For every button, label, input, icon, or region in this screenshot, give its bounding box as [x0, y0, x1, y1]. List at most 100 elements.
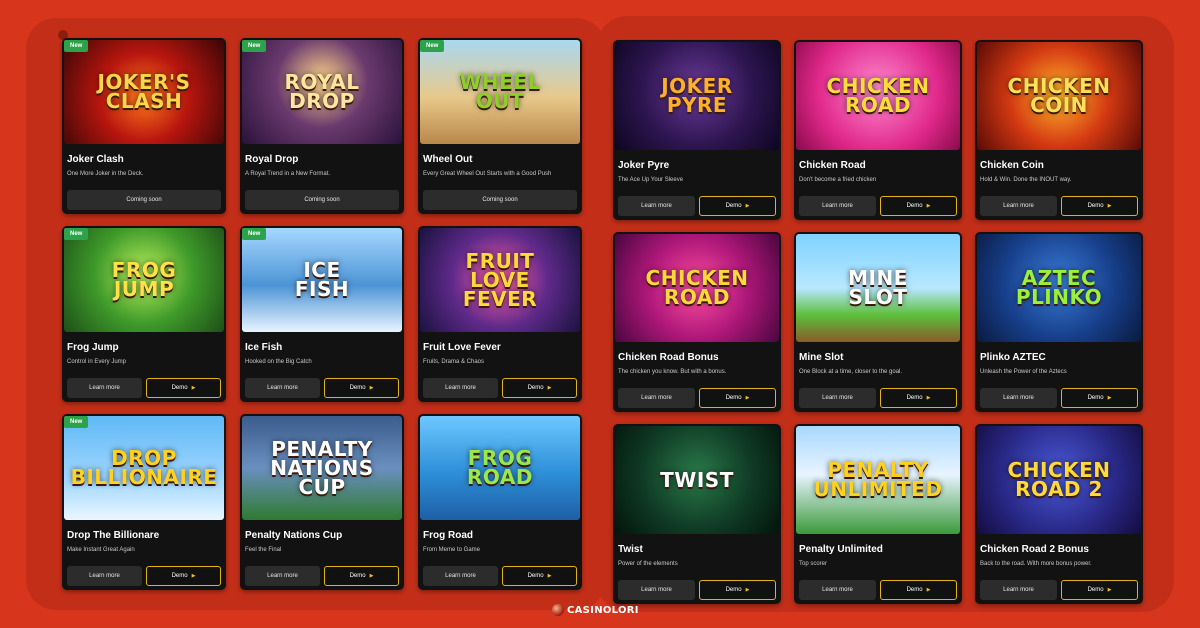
- game-thumbnail[interactable]: MINE SLOT: [796, 234, 960, 342]
- game-thumbnail[interactable]: JOKER PYRE: [615, 42, 779, 150]
- play-arrow-icon: ▶: [547, 385, 552, 391]
- game-thumbnail[interactable]: CHICKEN ROAD: [796, 42, 960, 150]
- game-logo-text: WHEEL OUT: [459, 70, 541, 113]
- play-arrow-icon: ▶: [547, 573, 552, 579]
- learn-more-button[interactable]: Learn more: [799, 196, 876, 216]
- learn-more-button[interactable]: Learn more: [618, 580, 695, 600]
- learn-more-button[interactable]: Learn more: [67, 378, 142, 398]
- game-tagline: From Meme to Game: [423, 547, 481, 553]
- game-tagline: One More Joker in the Deck.: [67, 171, 144, 177]
- game-thumbnail[interactable]: ICE FISH: [242, 228, 402, 332]
- learn-more-button[interactable]: Learn more: [980, 388, 1057, 408]
- game-card-frog-road: FROG ROAD Frog Road From Meme to Game Learn…: [418, 414, 582, 590]
- learn-more-button[interactable]: Learn more: [980, 196, 1057, 216]
- learn-more-button[interactable]: Learn more: [67, 566, 142, 586]
- play-arrow-icon: ▶: [369, 385, 374, 391]
- learn-more-button[interactable]: Learn more: [980, 580, 1057, 600]
- game-logo-text: ICE FISH: [294, 258, 350, 301]
- game-title: Wheel Out: [423, 154, 473, 165]
- learn-more-button[interactable]: Learn more: [618, 388, 695, 408]
- demo-button[interactable]: Demo ▶: [502, 378, 577, 398]
- game-thumbnail[interactable]: FROG ROAD: [420, 416, 580, 520]
- game-card-joker-clash: JOKER'S CLASH New Joker Clash One More Joke…: [62, 38, 226, 214]
- game-thumbnail[interactable]: CHICKEN ROAD 2: [977, 426, 1141, 534]
- game-title: Penalty Nations Cup: [245, 530, 343, 541]
- game-title: Joker Pyre: [618, 160, 670, 171]
- demo-label: Demo: [527, 573, 544, 579]
- demo-button[interactable]: Demo ▶: [1061, 196, 1138, 216]
- coming-soon-button: Coming soon: [245, 190, 399, 210]
- demo-button[interactable]: Demo ▶: [146, 566, 221, 586]
- learn-more-button[interactable]: Learn more: [799, 388, 876, 408]
- game-title: Chicken Road: [799, 160, 866, 171]
- game-tagline: Top scorer: [799, 561, 828, 567]
- game-logo-text: PENALTY NATIONS CUP: [270, 436, 374, 499]
- game-tagline: A Royal Trend in a New Format.: [245, 171, 331, 177]
- play-arrow-icon: ▶: [745, 587, 750, 593]
- game-thumbnail[interactable]: WHEEL OUT: [420, 40, 580, 144]
- learn-more-button[interactable]: Learn more: [618, 196, 695, 216]
- demo-label: Demo: [1087, 203, 1104, 209]
- game-thumbnail[interactable]: PENALTY NATIONS CUP: [242, 416, 402, 520]
- demo-button[interactable]: Demo ▶: [699, 580, 776, 600]
- demo-button[interactable]: Demo ▶: [1061, 388, 1138, 408]
- game-thumbnail[interactable]: DROP BILLIONAIRE: [64, 416, 224, 520]
- demo-button[interactable]: Demo ▶: [699, 196, 776, 216]
- game-card-chicken-coin: CHICKEN COIN Chicken Coin Hold & Win. Done…: [975, 40, 1143, 220]
- play-arrow-icon: ▶: [1107, 587, 1112, 593]
- demo-button[interactable]: Demo ▶: [146, 378, 221, 398]
- demo-button[interactable]: Demo ▶: [880, 196, 957, 216]
- play-arrow-icon: ▶: [369, 573, 374, 579]
- brand-logo-text: CASINOLORI: [567, 604, 639, 616]
- game-tagline: Hold & Win. Done the INOUT way.: [980, 177, 1072, 183]
- demo-button[interactable]: Demo ▶: [324, 566, 399, 586]
- demo-button[interactable]: Demo ▶: [880, 580, 957, 600]
- demo-button[interactable]: Demo ▶: [880, 388, 957, 408]
- game-logo-text: DROP BILLIONAIRE: [70, 446, 218, 489]
- game-tagline: Unleash the Power of the Aztecs: [980, 369, 1067, 375]
- demo-button[interactable]: Demo ▶: [699, 388, 776, 408]
- demo-label: Demo: [725, 587, 742, 593]
- demo-button[interactable]: Demo ▶: [502, 566, 577, 586]
- game-thumbnail[interactable]: ROYAL DROP: [242, 40, 402, 144]
- game-thumbnail[interactable]: FROG JUMP: [64, 228, 224, 332]
- game-thumbnail[interactable]: CHICKEN COIN: [977, 42, 1141, 150]
- logo-icon: [552, 604, 564, 616]
- game-logo-text: JOKER PYRE: [661, 74, 733, 117]
- game-thumbnail[interactable]: AZTEC PLINKO: [977, 234, 1141, 342]
- game-thumbnail[interactable]: FRUIT LOVE FEVER: [420, 228, 580, 332]
- new-badge: New: [242, 40, 267, 52]
- learn-more-button[interactable]: Learn more: [423, 566, 498, 586]
- game-title: Chicken Road Bonus: [618, 352, 719, 363]
- learn-more-button[interactable]: Learn more: [799, 580, 876, 600]
- game-tagline: The chicken you know. But with a bonus.: [618, 369, 727, 375]
- demo-label: Demo: [1087, 395, 1104, 401]
- game-title: Joker Clash: [67, 154, 124, 165]
- game-logo-text: CHICKEN ROAD 2: [1007, 458, 1111, 501]
- game-thumbnail[interactable]: TWIST: [615, 426, 779, 534]
- game-tagline: Every Great Wheel Out Starts with a Good…: [423, 171, 552, 177]
- demo-label: Demo: [906, 203, 923, 209]
- game-tagline: Make Instant Great Again: [67, 547, 135, 553]
- game-card-twist: TWIST Twist Power of the elements Learn mor…: [613, 424, 781, 604]
- learn-more-button[interactable]: Learn more: [245, 566, 320, 586]
- game-tagline: The Ace Up Your Sleeve: [618, 177, 684, 183]
- learn-more-button[interactable]: Learn more: [245, 378, 320, 398]
- play-arrow-icon: ▶: [745, 203, 750, 209]
- play-arrow-icon: ▶: [745, 395, 750, 401]
- game-tagline: Control in Every Jump: [67, 359, 127, 365]
- demo-button[interactable]: Demo ▶: [324, 378, 399, 398]
- game-card-penalty-unlimited: PENALTY UNLIMITED Penalty Unlimited Top sc…: [794, 424, 962, 604]
- game-tagline: Fruits, Drama & Chaos: [423, 359, 485, 365]
- new-badge: New: [64, 40, 89, 52]
- play-arrow-icon: ▶: [926, 395, 931, 401]
- game-logo-text: FROG JUMP: [111, 258, 177, 301]
- game-thumbnail[interactable]: JOKER'S CLASH: [64, 40, 224, 144]
- demo-button[interactable]: Demo ▶: [1061, 580, 1138, 600]
- game-logo-text: PENALTY UNLIMITED: [813, 458, 943, 501]
- learn-more-button[interactable]: Learn more: [423, 378, 498, 398]
- demo-label: Demo: [725, 395, 742, 401]
- game-logo-text: CHICKEN ROAD: [645, 266, 749, 309]
- game-thumbnail[interactable]: CHICKEN ROAD: [615, 234, 779, 342]
- game-thumbnail[interactable]: PENALTY UNLIMITED: [796, 426, 960, 534]
